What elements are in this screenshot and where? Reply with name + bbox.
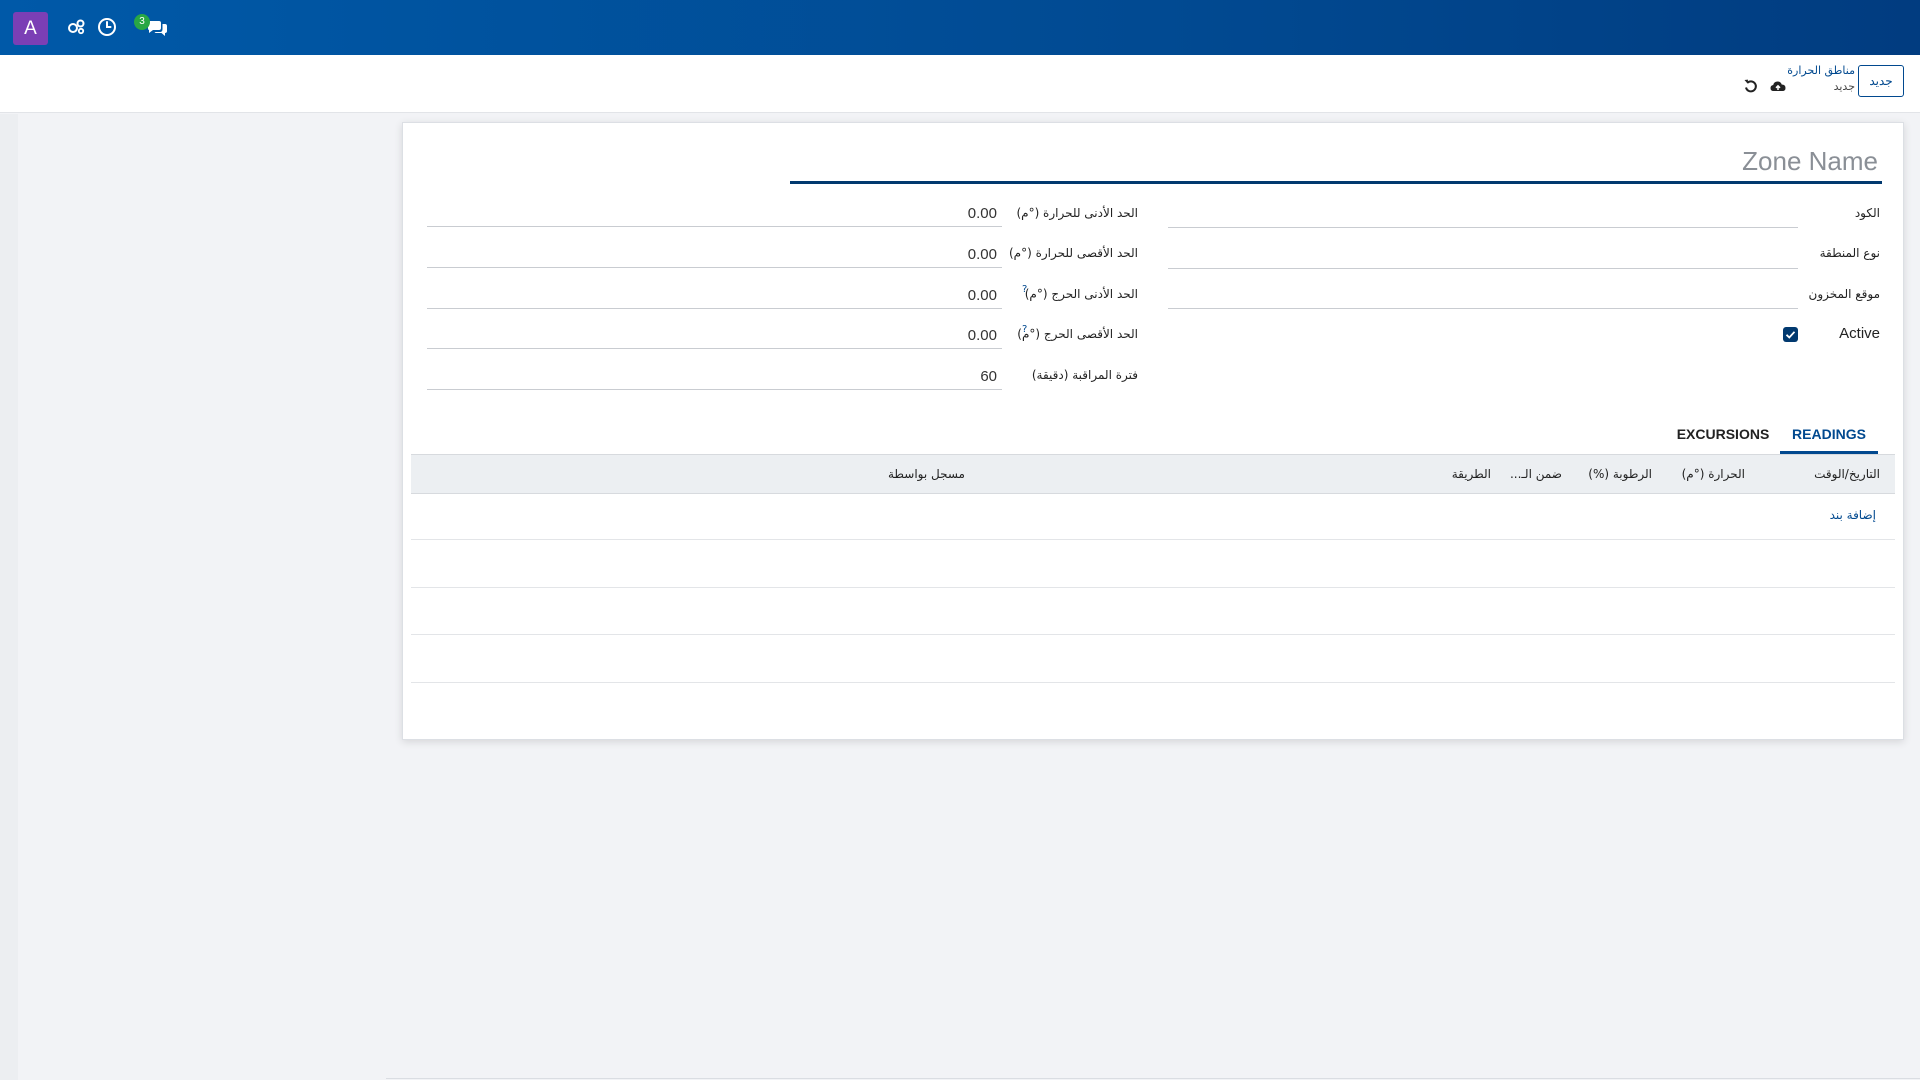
tab-excursions[interactable]: EXCURSIONS xyxy=(1670,418,1776,454)
zone-type-field[interactable] xyxy=(1168,243,1798,269)
column-humidity[interactable]: الرطوبة (%) xyxy=(1588,467,1652,481)
breadcrumb-current: جديد xyxy=(1833,80,1855,93)
activity-icon[interactable] xyxy=(65,16,87,38)
min-temp-field[interactable] xyxy=(427,201,1002,227)
column-datetime[interactable]: التاريخ/الوقت xyxy=(1814,467,1880,481)
critical-max-help-icon[interactable]: ? xyxy=(1022,324,1027,335)
min-temp-label: الحد الأدنى للحرارة (°م) xyxy=(1016,206,1138,220)
check-icon xyxy=(1785,331,1796,339)
clock-icon[interactable] xyxy=(96,16,118,38)
column-method[interactable]: الطريقة xyxy=(1452,467,1491,481)
monitoring-interval-field[interactable] xyxy=(427,364,1002,390)
add-line-link[interactable]: إضافة بند xyxy=(1830,508,1876,522)
table-row-divider xyxy=(411,587,1895,588)
code-field[interactable] xyxy=(1168,202,1798,228)
active-checkbox[interactable] xyxy=(1783,327,1798,342)
table-row-divider xyxy=(411,634,1895,635)
critical-max-field[interactable] xyxy=(427,323,1002,349)
code-label: الكود xyxy=(1854,206,1880,220)
monitoring-interval-label: فترة المراقبة (دقيقة) xyxy=(1031,368,1138,382)
zone-type-label: نوع المنطقة xyxy=(1819,246,1880,260)
cloud-upload-icon[interactable] xyxy=(1769,77,1787,95)
left-gutter xyxy=(0,114,18,1080)
control-panel: مناطق الحرارة جديد جديد xyxy=(0,55,1920,113)
zone-name-input[interactable] xyxy=(790,142,1882,184)
undo-icon[interactable] xyxy=(1742,77,1760,95)
readings-table-header: التاريخ/الوقت الحرارة (°م) الرطوبة (%) ض… xyxy=(411,454,1895,494)
user-avatar[interactable]: A xyxy=(13,12,48,45)
breadcrumb-parent[interactable]: مناطق الحرارة xyxy=(1787,63,1855,79)
max-temp-field[interactable] xyxy=(427,242,1002,268)
tab-readings[interactable]: READINGS xyxy=(1780,418,1878,454)
table-row-divider xyxy=(411,539,1895,540)
column-temperature[interactable]: الحرارة (°م) xyxy=(1682,467,1745,481)
active-label: Active xyxy=(1839,325,1880,342)
max-temp-label: الحد الأقصى للحرارة (°م) xyxy=(1008,246,1138,260)
stock-location-field[interactable] xyxy=(1168,283,1798,309)
critical-min-help-icon[interactable]: ? xyxy=(1022,284,1027,295)
critical-min-field[interactable] xyxy=(427,283,1002,309)
breadcrumb: مناطق الحرارة جديد xyxy=(1787,63,1855,95)
column-in-range[interactable]: ضمن الـ... xyxy=(1510,467,1562,481)
stock-location-label: موقع المخزون xyxy=(1808,287,1880,301)
column-recorded-by[interactable]: مسجل بواسطة xyxy=(888,467,965,481)
top-navbar: A 3 xyxy=(0,0,1920,55)
critical-min-label: الحد الأدنى الحرج (°م) xyxy=(1024,287,1138,301)
bottom-divider xyxy=(386,1078,1920,1079)
new-button[interactable]: جديد xyxy=(1858,65,1904,97)
critical-max-label: الحد الأقصى الحرج (°م) xyxy=(1017,327,1138,341)
chat-badge: 3 xyxy=(134,14,150,30)
table-row-divider xyxy=(411,682,1895,683)
